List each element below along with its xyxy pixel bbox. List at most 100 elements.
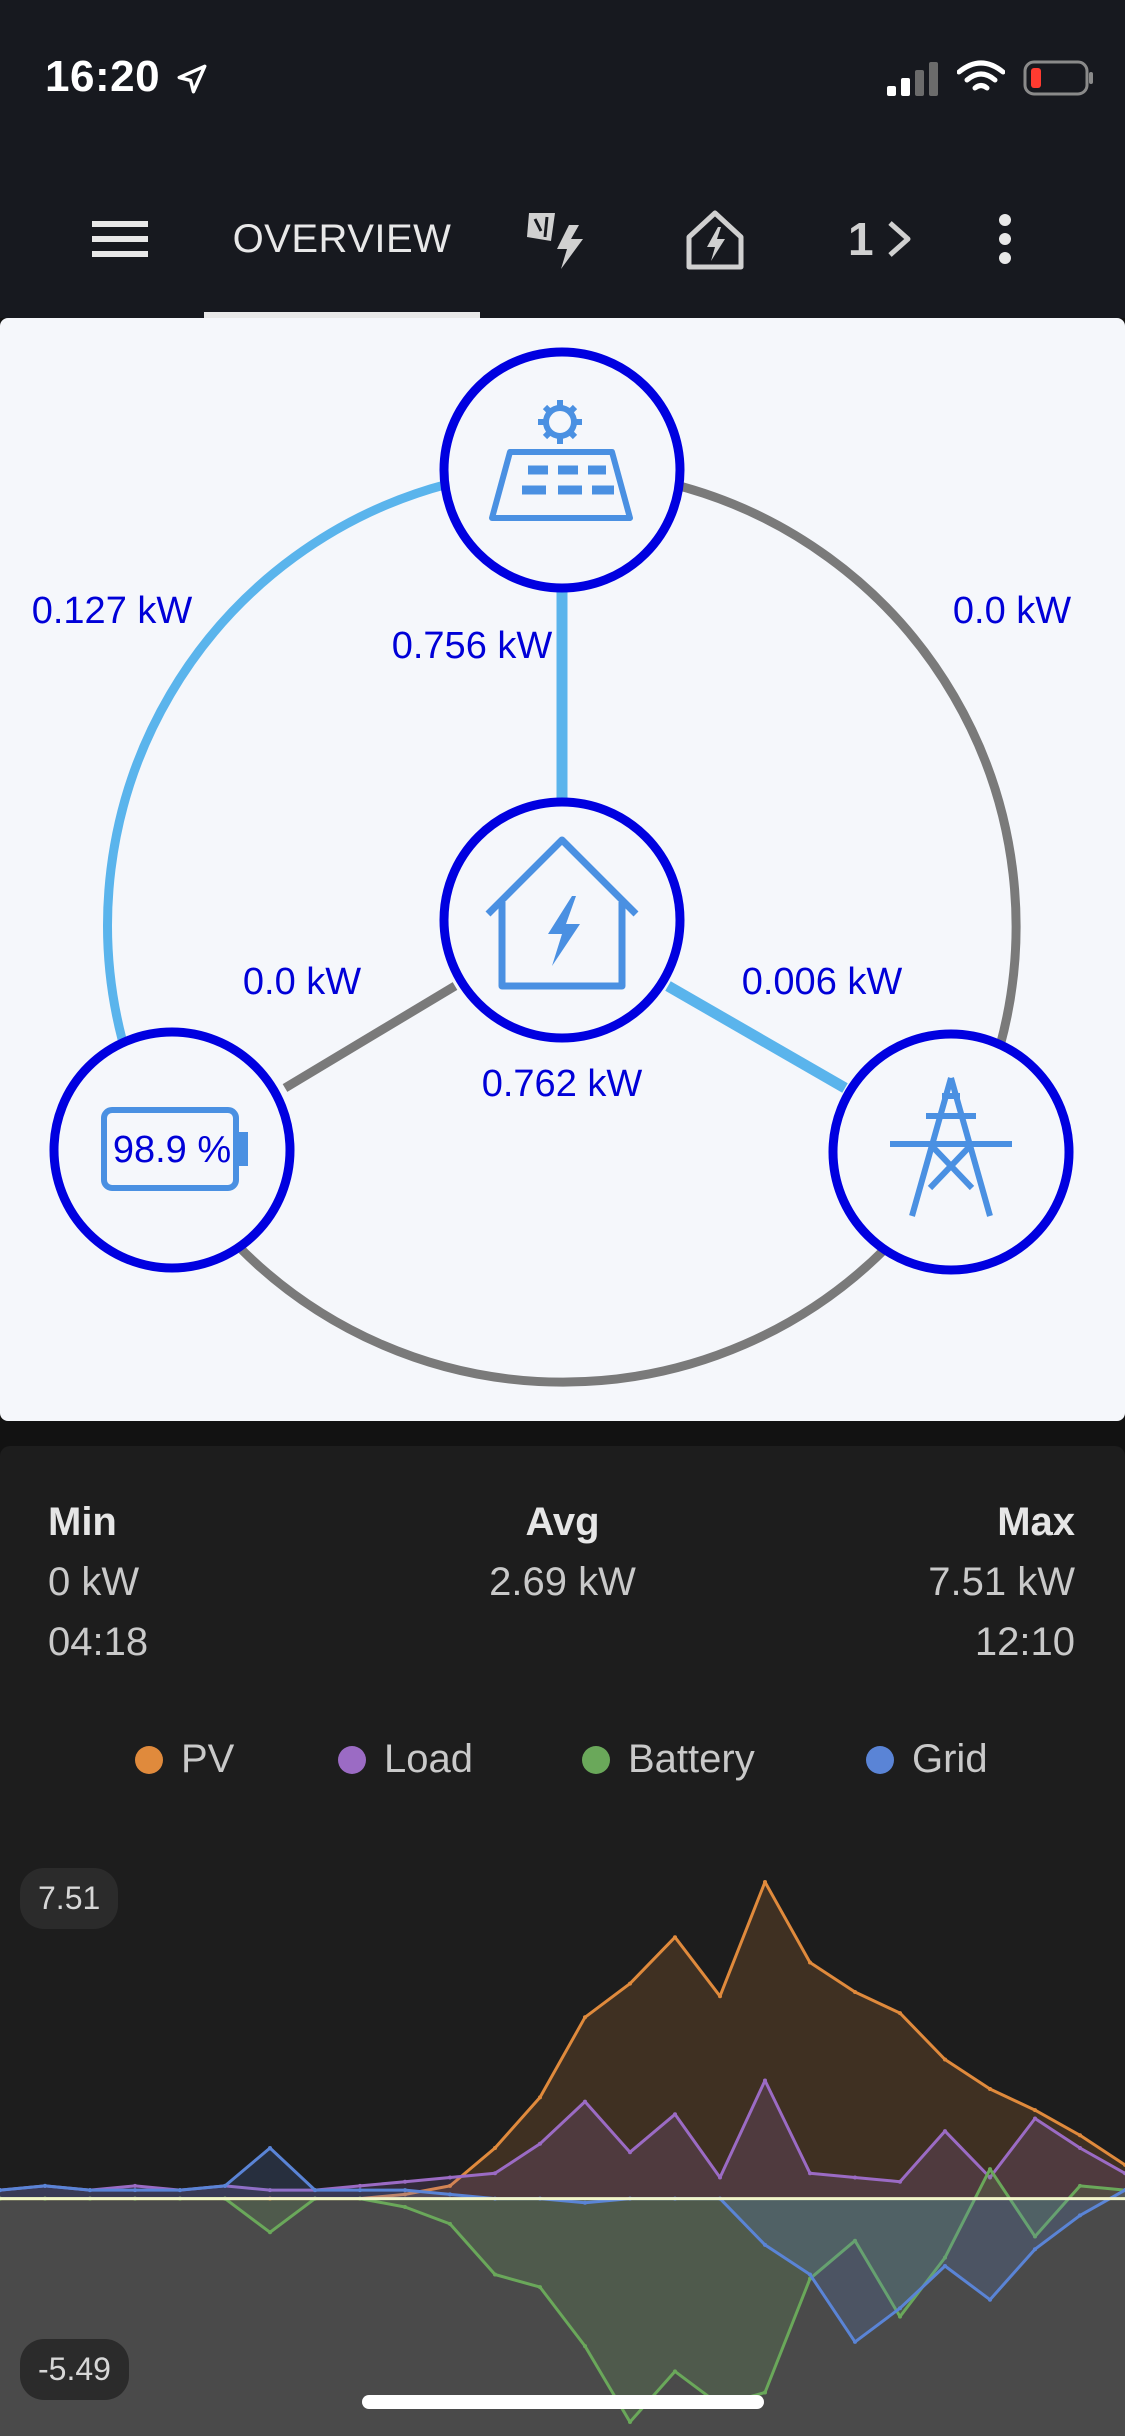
tab-overview[interactable]: OVERVIEW	[204, 160, 480, 318]
data-point-load	[943, 2129, 947, 2134]
stat-max-value: 7.51 kW	[928, 1560, 1075, 1604]
data-point-battery	[673, 2369, 677, 2374]
data-point-grid	[853, 2339, 857, 2344]
data-point-load	[718, 2175, 722, 2180]
data-point-battery	[898, 2314, 902, 2319]
tab-solar[interactable]	[510, 160, 610, 318]
data-point-load	[133, 2183, 137, 2188]
data-point-load	[1033, 2116, 1037, 2121]
tab-page-number: 1	[847, 213, 875, 265]
data-point-load	[628, 2150, 632, 2155]
data-point-load	[583, 2099, 587, 2104]
legend-dot-battery	[582, 1745, 610, 1774]
top-toolbar: OVERVIEW 1	[0, 160, 1125, 318]
legend-dot-pv	[135, 1745, 163, 1774]
data-point-grid	[448, 2192, 452, 2197]
chart-min-label: -5.49	[20, 2339, 129, 2400]
data-point-grid	[1078, 2213, 1082, 2218]
data-point-grid	[133, 2188, 137, 2193]
data-point-grid	[178, 2188, 182, 2193]
tab-overview-label: OVERVIEW	[232, 216, 452, 261]
data-point-load	[808, 2171, 812, 2176]
data-point-grid	[898, 2306, 902, 2311]
chevron-right-icon	[888, 221, 911, 257]
data-point-load	[763, 2078, 767, 2083]
chart-legend: PV Load Battery Grid	[0, 1737, 1125, 1797]
data-point-pv	[583, 2015, 587, 2020]
home-node[interactable]	[439, 797, 685, 1043]
status-time: 16:20	[45, 52, 161, 101]
data-point-load	[403, 2179, 407, 2184]
pv-to-battery-line	[103, 479, 450, 1041]
data-point-load	[1078, 2146, 1082, 2150]
data-point-grid	[223, 2183, 227, 2188]
location-arrow-icon	[177, 64, 207, 94]
power-history-chart[interactable]	[0, 1830, 1125, 2436]
data-point-pv	[718, 1994, 722, 1999]
legend-item-grid[interactable]: Grid	[866, 1737, 988, 1782]
chart-max-label: 7.51	[20, 1868, 119, 1929]
data-point-load	[538, 2141, 542, 2146]
data-point-pv	[853, 1990, 857, 1994]
data-point-grid	[583, 2200, 587, 2205]
home-energy-icon	[686, 210, 744, 270]
home-indicator	[362, 2395, 764, 2409]
legend-dot-load	[338, 1745, 366, 1774]
energy-flow-card: 98.9 % 0.127 kW 0.756 kW 0.0 kW 0.0 kW 0…	[0, 318, 1125, 1421]
data-point-grid	[43, 2183, 47, 2188]
data-point-load	[358, 2183, 362, 2188]
data-point-grid	[358, 2188, 362, 2193]
hamburger-menu-icon	[92, 221, 148, 257]
data-point-grid	[808, 2272, 812, 2277]
battery-node[interactable]: 98.9 %	[49, 1027, 295, 1273]
data-point-battery	[1078, 2183, 1082, 2188]
tab-home[interactable]	[665, 160, 765, 318]
legend-item-battery[interactable]: Battery	[582, 1737, 755, 1782]
home-load-label: 0.762 kW	[482, 1063, 643, 1105]
data-point-battery	[583, 2344, 587, 2349]
stat-max: Max 7.51 kW 12:10	[928, 1492, 1075, 1672]
grid-node[interactable]	[828, 1029, 1074, 1275]
data-point-load	[448, 2175, 452, 2180]
legend-label-load: Load	[384, 1737, 473, 1781]
energy-flow-diagram: 98.9 % 0.127 kW 0.756 kW 0.0 kW 0.0 kW 0…	[32, 347, 1074, 1387]
data-point-pv	[538, 2095, 542, 2100]
overflow-menu-button[interactable]	[975, 160, 1035, 318]
data-point-grid	[403, 2188, 407, 2193]
more-vertical-icon	[999, 214, 1011, 264]
battery-to-grid-line	[236, 1244, 890, 1387]
legend-label-grid: Grid	[912, 1737, 988, 1781]
legend-item-pv[interactable]: PV	[135, 1737, 234, 1782]
cellular-signal-icon	[887, 62, 938, 96]
data-point-load	[493, 2171, 497, 2176]
data-point-pv	[943, 2057, 947, 2062]
data-point-pv	[628, 1981, 632, 1986]
stat-max-label: Max	[997, 1500, 1075, 1544]
data-point-load	[853, 2175, 857, 2180]
stat-min-time: 04:18	[48, 1620, 149, 1664]
data-point-battery	[628, 2420, 632, 2424]
wifi-icon	[957, 60, 1005, 91]
data-point-battery	[268, 2230, 272, 2235]
data-point-grid	[268, 2146, 272, 2150]
data-point-pv	[1078, 2133, 1082, 2138]
pv-node[interactable]	[439, 347, 685, 593]
status-bar: 16:20	[0, 0, 1125, 160]
battery-to-home-label: 0.0 kW	[243, 961, 361, 1003]
data-point-pv	[898, 2011, 902, 2016]
legend-label-battery: Battery	[628, 1737, 755, 1781]
data-point-battery	[763, 2390, 767, 2395]
data-point-battery	[493, 2272, 497, 2277]
pv-to-grid-label: 0.0 kW	[953, 590, 1071, 632]
tab-more-pages[interactable]: 1	[820, 160, 940, 318]
stat-max-time: 12:10	[974, 1620, 1075, 1664]
data-point-load	[673, 2112, 677, 2117]
data-point-grid	[763, 2242, 767, 2247]
legend-item-load[interactable]: Load	[338, 1737, 473, 1782]
battery-low-icon	[1023, 60, 1093, 96]
data-point-battery	[403, 2205, 407, 2209]
legend-label-pv: PV	[181, 1737, 235, 1781]
menu-button[interactable]	[60, 160, 180, 318]
grid-to-home-label: 0.006 kW	[742, 961, 903, 1003]
data-point-grid	[313, 2188, 317, 2193]
